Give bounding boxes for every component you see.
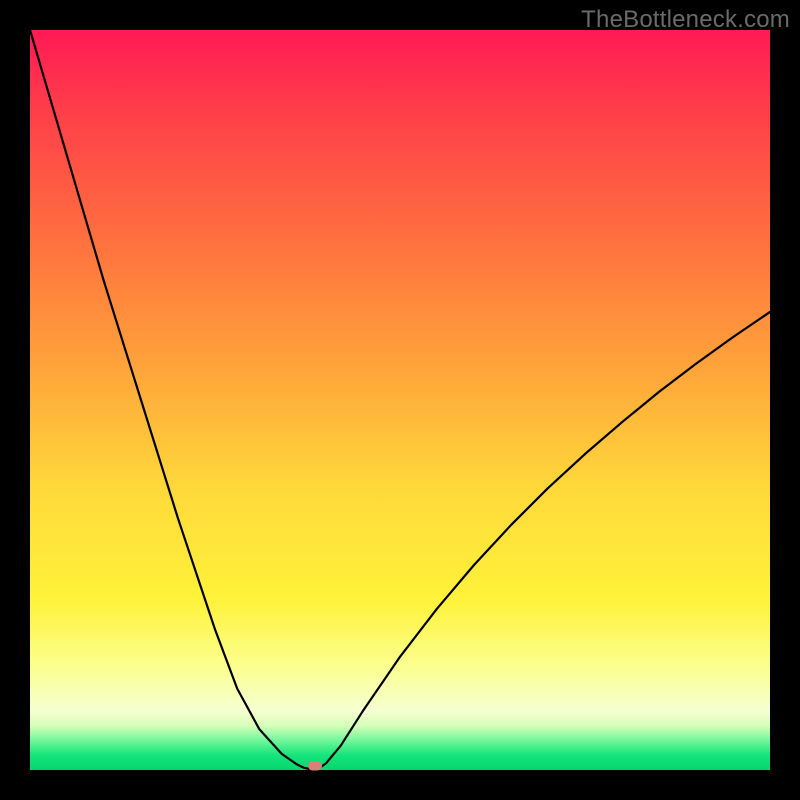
chart-frame: TheBottleneck.com: [0, 0, 800, 800]
bottleneck-curve: [30, 30, 770, 770]
minimum-marker: [308, 761, 322, 770]
plot-area: [30, 30, 770, 770]
